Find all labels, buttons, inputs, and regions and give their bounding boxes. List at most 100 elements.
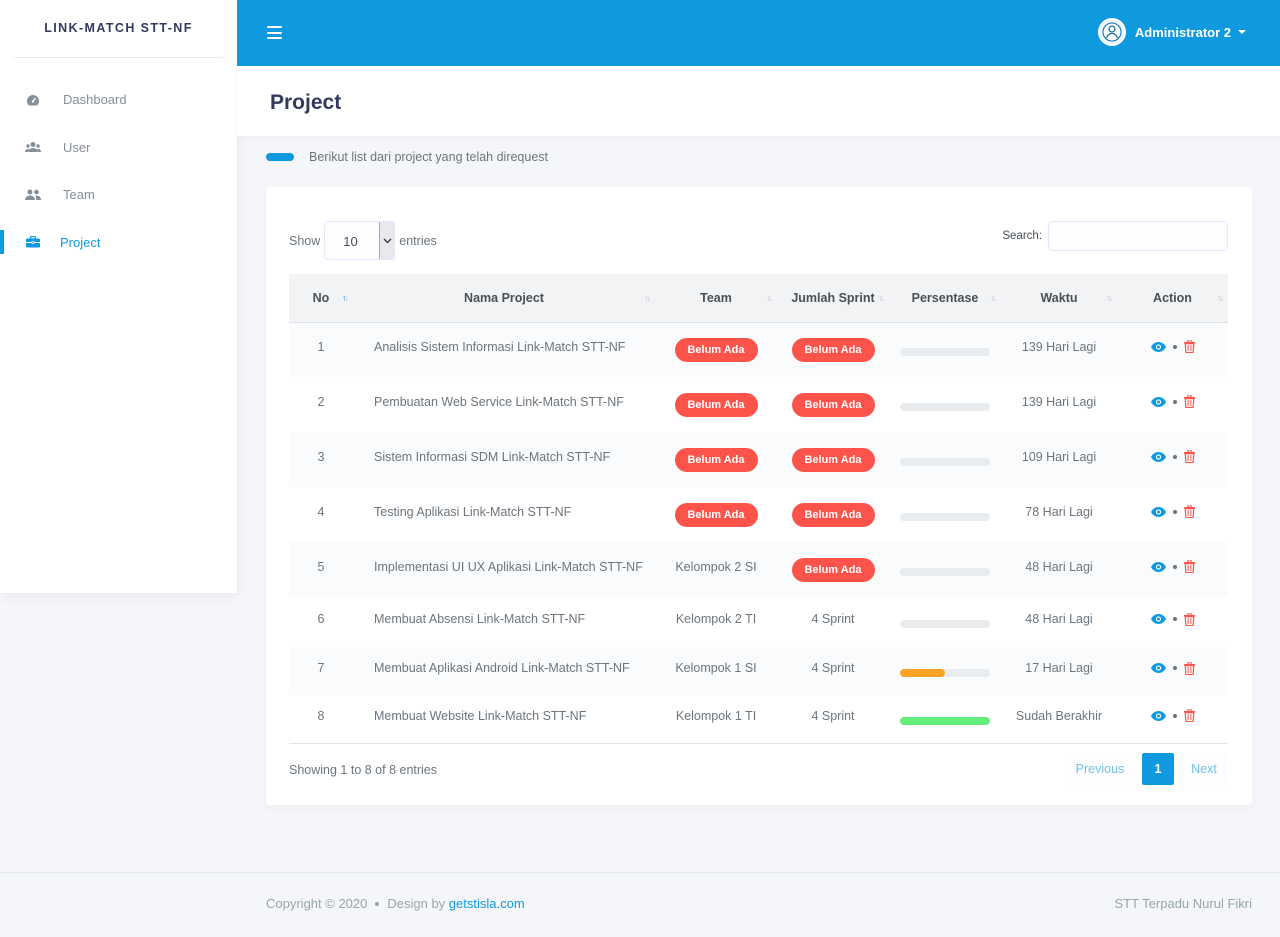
brand-logo[interactable]: LINK-MATCH STT-NF — [14, 0, 223, 58]
getstisla-link[interactable]: getstisla.com — [449, 896, 525, 911]
team-status-badge: Belum Ada — [674, 337, 758, 362]
progress-bar — [900, 716, 990, 725]
progress-bar — [900, 512, 990, 521]
sidebar-item-user[interactable]: User — [0, 124, 237, 172]
table-row: 1 Analisis Sistem Informasi Link-Match ST… — [289, 322, 1228, 377]
view-eye-icon[interactable] — [1150, 451, 1166, 462]
delete-trash-icon[interactable] — [1183, 560, 1195, 573]
next-page-button[interactable]: Next — [1180, 753, 1228, 785]
search-input[interactable] — [1048, 221, 1228, 251]
team-cell: Kelompok 1 TI — [655, 695, 777, 743]
separator-dot — [1172, 617, 1177, 621]
view-eye-icon[interactable] — [1150, 614, 1166, 624]
progress-cell — [889, 597, 1001, 647]
progress-fill — [900, 716, 990, 725]
project-name: Implementasi UI UX Aplikasi Link-Match S… — [374, 559, 643, 574]
delete-trash-icon[interactable] — [1183, 709, 1195, 723]
column-header-jumlah-sprint[interactable]: Jumlah Sprint ↑↓ — [777, 274, 889, 323]
progress-cell — [889, 432, 1001, 487]
action-cell — [1117, 647, 1228, 695]
hamburger-menu-icon[interactable] — [267, 26, 282, 39]
sidebar-item-project[interactable]: Project — [0, 219, 237, 267]
team-cell: Belum Ada — [655, 487, 777, 542]
sprint-cell: Belum Ada — [777, 322, 889, 377]
sidebar-item-label: Team — [63, 187, 95, 203]
sprint-status-badge: Belum Ada — [791, 337, 875, 362]
sidebar-item-label: Dashboard — [63, 92, 127, 108]
project-table: No ↑↓ Nama Project ↑↓ Team ↑↓ Jumlah Sprint… — [289, 274, 1228, 744]
footer: Copyright © 2020 Design by getstisla.com … — [0, 872, 1280, 937]
sprint-count: 4 Sprint — [811, 612, 855, 626]
separator-dot — [1172, 344, 1177, 349]
column-header-team[interactable]: Team ↑↓ — [655, 274, 777, 323]
user-dropdown[interactable]: Administrator 2 — [1097, 18, 1246, 46]
view-eye-icon[interactable] — [1150, 663, 1166, 673]
view-eye-icon[interactable] — [1150, 341, 1166, 352]
briefcase-icon — [25, 234, 41, 250]
sprint-cell: Belum Ada — [777, 377, 889, 432]
page-title: Project — [270, 91, 342, 114]
team-cell: Belum Ada — [655, 377, 777, 432]
progress-cell — [889, 322, 1001, 377]
page-1-button[interactable]: 1 — [1142, 753, 1174, 785]
project-card: Show 10 entries Search: No ↑↓ Nama Projec… — [266, 187, 1252, 805]
sprint-status-badge: Belum Ada — [791, 502, 875, 527]
row-number: 5 — [317, 559, 325, 574]
progress-fill — [900, 669, 945, 677]
top-navbar: Administrator 2 — [237, 0, 1280, 66]
sort-icon: ↑↓ — [990, 293, 997, 303]
progress-bar — [900, 669, 990, 677]
sprint-status-badge: Belum Ada — [791, 392, 875, 417]
separator-dot — [1172, 564, 1177, 569]
progress-cell — [889, 695, 1001, 743]
team-status-badge: Belum Ada — [674, 447, 758, 472]
table-row: 3 Sistem Informasi SDM Link-Match STT-NF B… — [289, 432, 1228, 487]
column-header-no[interactable]: No ↑↓ — [289, 274, 353, 323]
sort-icon: ↑↓ — [644, 293, 651, 303]
delete-trash-icon[interactable] — [1183, 661, 1195, 675]
action-cell — [1117, 487, 1228, 542]
row-number: 8 — [317, 708, 325, 723]
delete-trash-icon[interactable] — [1183, 612, 1195, 626]
project-name: Membuat Absensi Link-Match STT-NF — [374, 612, 586, 626]
sidebar-item-dashboard[interactable]: Dashboard — [0, 76, 237, 124]
sidebar-item-team[interactable]: Team — [0, 171, 237, 219]
column-header-waktu[interactable]: Waktu ↑↓ — [1001, 274, 1117, 323]
previous-page-button[interactable]: Previous — [1064, 753, 1136, 785]
sidebar: LINK-MATCH STT-NF Dashboard User Team Pr… — [0, 0, 237, 593]
table-row: 5 Implementasi UI UX Aplikasi Link-Match … — [289, 542, 1228, 597]
project-name: Testing Aplikasi Link-Match STT-NF — [374, 504, 572, 519]
delete-trash-icon[interactable] — [1183, 340, 1195, 354]
copyright-text: Copyright © 2020 — [266, 896, 368, 911]
team-name: Kelompok 1 SI — [675, 661, 757, 675]
progress-cell — [889, 377, 1001, 432]
delete-trash-icon[interactable] — [1183, 450, 1195, 463]
progress-bar — [900, 567, 990, 576]
separator-dot — [1172, 399, 1177, 404]
delete-trash-icon[interactable] — [1183, 505, 1195, 518]
column-header-action[interactable]: Action ↑↓ — [1117, 274, 1228, 323]
project-name: Sistem Informasi SDM Link-Match STT-NF — [374, 449, 611, 464]
row-number: 3 — [317, 449, 325, 464]
view-eye-icon[interactable] — [1150, 710, 1166, 721]
view-eye-icon[interactable] — [1150, 396, 1166, 407]
table-info: Showing 1 to 8 of 8 entries — [289, 763, 438, 777]
row-number: 1 — [317, 339, 325, 354]
view-eye-icon[interactable] — [1150, 561, 1166, 572]
column-header-nama-project[interactable]: Nama Project ↑↓ — [353, 274, 655, 323]
table-row: 2 Pembuatan Web Service Link-Match STT-NF… — [289, 377, 1228, 432]
page-length-select[interactable]: 10 — [324, 221, 396, 260]
action-cell — [1117, 377, 1228, 432]
caret-down-icon — [1238, 30, 1246, 34]
progress-bar — [900, 347, 990, 356]
waktu-cell: 48 Hari Lagi — [1025, 559, 1093, 574]
progress-cell — [889, 487, 1001, 542]
sprint-cell: 4 Sprint — [777, 647, 889, 695]
team-cell: Kelompok 2 SI — [655, 542, 777, 597]
delete-trash-icon[interactable] — [1183, 395, 1195, 408]
sprint-cell: Belum Ada — [777, 432, 889, 487]
column-header-persentase[interactable]: Persentase ↑↓ — [889, 274, 1001, 323]
footer-copyright: Copyright © 2020 Design by getstisla.com — [266, 896, 525, 911]
view-eye-icon[interactable] — [1150, 506, 1166, 517]
sort-icon: ↑↓ — [342, 293, 349, 303]
